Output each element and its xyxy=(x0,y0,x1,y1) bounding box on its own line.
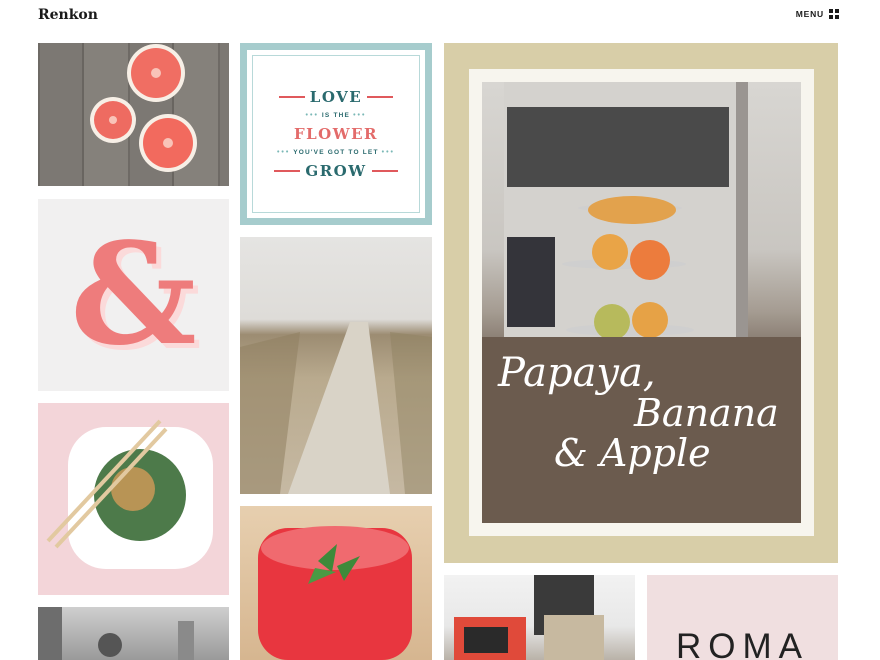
papaya-line-3: & Apple xyxy=(554,430,711,475)
post-tile-love-poster[interactable]: LOVE ••• IS THE ••• FLOWER ••• YOU'VE GO… xyxy=(240,43,432,225)
papaya-frame: Papaya, Banana & Apple xyxy=(469,69,814,536)
menu-button[interactable]: MENU xyxy=(796,9,839,19)
poster-line-grow: GROW xyxy=(274,162,398,180)
roma-title: ROMA xyxy=(676,627,809,660)
post-tile-grapefruit[interactable] xyxy=(38,43,229,186)
post-tile-papaya-banana-apple[interactable]: Papaya, Banana & Apple xyxy=(444,43,838,563)
site-logo[interactable]: Renkon xyxy=(38,7,98,23)
post-tile-interior[interactable] xyxy=(444,575,635,660)
poster-content: LOVE ••• IS THE ••• FLOWER ••• YOU'VE GO… xyxy=(252,55,420,213)
poster-grow-text: GROW xyxy=(305,162,367,180)
papaya-photo: Papaya, Banana & Apple xyxy=(482,82,801,523)
papaya-caption: Papaya, Banana & Apple xyxy=(482,352,801,474)
noodle-bowl-image xyxy=(46,419,213,569)
dirt-road-image xyxy=(240,322,432,494)
ampersand-graphic: & xyxy=(70,213,197,377)
menu-label: MENU xyxy=(795,9,824,19)
poster-line-flower: FLOWER xyxy=(294,125,378,143)
interior-photo-image xyxy=(454,575,604,660)
juice-glass-image xyxy=(258,526,412,660)
site-header: Renkon MENU xyxy=(0,0,880,34)
poster-lets-text: YOU'VE GOT TO LET xyxy=(293,149,379,156)
grapefruit-image xyxy=(90,44,197,172)
post-tile-city-bw[interactable] xyxy=(38,607,229,660)
poster-is-the-text: IS THE xyxy=(321,112,351,119)
city-photo-image xyxy=(38,607,194,660)
poster-line-love: LOVE xyxy=(278,88,394,106)
post-tile-ampersand[interactable]: & xyxy=(38,199,229,391)
poster-line-is-the: ••• IS THE ••• xyxy=(305,112,367,119)
post-tile-roma[interactable]: ROMA xyxy=(647,575,838,660)
grid-menu-icon xyxy=(829,9,839,19)
poster-line-lets: ••• YOU'VE GOT TO LET ••• xyxy=(276,149,395,156)
papaya-line-1: Papaya, xyxy=(498,350,656,396)
poster-frame: LOVE ••• IS THE ••• FLOWER ••• YOU'VE GO… xyxy=(247,50,425,218)
post-tile-watermelon-juice[interactable] xyxy=(240,506,432,660)
poster-flower-text: FLOWER xyxy=(293,125,378,143)
post-tile-noodles[interactable] xyxy=(38,403,229,595)
post-tile-dirt-road[interactable] xyxy=(240,237,432,494)
papaya-line-2: Banana xyxy=(634,391,779,435)
poster-love-text: LOVE xyxy=(309,88,363,106)
